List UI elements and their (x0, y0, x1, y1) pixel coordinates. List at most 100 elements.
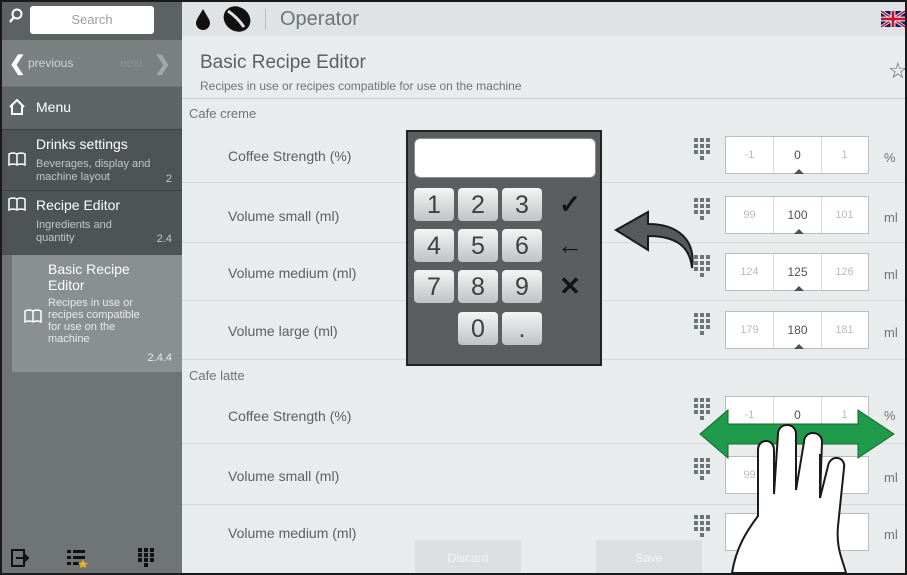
discard-button[interactable]: Discard (415, 540, 521, 573)
stepper-value[interactable]: 100 (773, 197, 822, 234)
backspace-arrow-icon[interactable]: ← (550, 229, 590, 262)
sidebar-item-subtitle: Ingredients and quantity (36, 219, 112, 244)
stepper-value[interactable]: 180 (773, 312, 822, 349)
stepper-decrement[interactable]: -1 (726, 137, 773, 173)
top-bar: Operator (182, 2, 905, 36)
row-label: Coffee Strength (%) (228, 148, 352, 164)
key-decimal[interactable]: . (502, 312, 542, 345)
keypad-icon[interactable] (694, 313, 712, 337)
row-label: Coffee Strength (%) (228, 408, 352, 424)
chevron-left-icon[interactable]: ❮ (9, 51, 26, 76)
cancel-x-icon[interactable]: ✕ (550, 270, 590, 303)
drop-icon[interactable] (195, 8, 211, 30)
home-icon (9, 98, 25, 115)
row-label: Volume small (ml) (228, 468, 340, 484)
value-stepper[interactable]: 124 125 126 (725, 253, 869, 291)
key-5[interactable]: 5 (458, 229, 498, 262)
selected-marker (794, 229, 804, 234)
stepper-decrement[interactable]: 99 (726, 197, 773, 233)
stepper-decrement[interactable]: 179 (726, 312, 773, 348)
sidebar-item-title: Recipe Editor (36, 197, 121, 213)
sidebar: Search ❮ previous next ❯ Menu Drinks set… (2, 2, 182, 573)
row-label: Volume medium (ml) (228, 265, 357, 281)
sidebar-item-subtitle: Recipes in use or recipes compatible for… (48, 297, 140, 345)
stepper-decrement[interactable]: 124 (726, 254, 773, 290)
sidebar-item-basic-recipe-editor[interactable]: Basic Recipe Editor Recipes in use or re… (12, 255, 182, 372)
curved-arrow-icon (614, 210, 694, 269)
stepper-increment[interactable]: 126 (821, 254, 868, 290)
value-stepper[interactable]: 179 180 181 (725, 311, 869, 349)
search-icon[interactable] (8, 8, 24, 24)
sidebar-item-number: 2 (165, 173, 172, 185)
key-9[interactable]: 9 (502, 270, 542, 303)
sidebar-item-recipe-editor[interactable]: Recipe Editor Ingredients and quantity 2… (2, 190, 182, 255)
key-4[interactable]: 4 (414, 229, 454, 262)
selected-marker (794, 344, 804, 349)
sidebar-item-number: 2.4 (156, 233, 172, 245)
key-0[interactable]: 0 (458, 312, 498, 345)
uk-flag-icon[interactable] (881, 10, 905, 28)
key-3[interactable]: 3 (502, 188, 542, 221)
swipe-gesture-icon (699, 408, 895, 573)
menu-item[interactable]: Menu (2, 87, 182, 129)
favorite-star-icon[interactable]: ☆ (888, 58, 905, 84)
sidebar-item-subtitle: Beverages, display and machine layout (36, 158, 151, 183)
sidebar-item-drinks-settings[interactable]: Drinks settings Beverages, display and m… (2, 129, 182, 190)
row-label: Volume large (ml) (228, 323, 338, 339)
menu-label: Menu (36, 99, 72, 115)
search-row: Search (2, 2, 182, 40)
unit-label: ml (884, 325, 898, 340)
keypad-display[interactable] (414, 138, 596, 178)
sidebar-item-number: 2.4.4 (147, 352, 172, 364)
stepper-value[interactable]: 125 (773, 254, 822, 291)
keypad-icon[interactable] (694, 138, 712, 162)
stepper-value-text: 125 (787, 265, 808, 279)
selected-marker (794, 286, 804, 291)
next-link[interactable]: next (120, 56, 143, 70)
list-star-icon[interactable] (66, 548, 88, 568)
save-button[interactable]: Save (596, 540, 702, 573)
section-title: Cafe creme (189, 106, 257, 121)
key-8[interactable]: 8 (458, 270, 498, 303)
unit-label: % (884, 150, 896, 165)
divider (265, 9, 266, 30)
divider (182, 98, 905, 99)
key-7[interactable]: 7 (414, 270, 454, 303)
logout-icon[interactable] (10, 548, 30, 568)
sidebar-item-title: Basic Recipe Editor (48, 261, 130, 293)
coffee-bean-icon[interactable] (222, 5, 252, 33)
stepper-value-text: 180 (787, 323, 808, 337)
previous-link[interactable]: previous (28, 56, 73, 70)
numeric-keypad: 1 2 3 ✓ 4 5 6 ← 7 8 9 ✕ 0 . (406, 130, 602, 366)
stepper-increment[interactable]: 181 (821, 312, 868, 348)
page-title: Basic Recipe Editor (200, 52, 366, 73)
sidebar-toolbar (2, 542, 182, 573)
book-icon (8, 152, 26, 166)
confirm-check-icon[interactable]: ✓ (550, 188, 590, 221)
page-subtitle: Recipes in use or recipes compatible for… (200, 79, 522, 93)
unit-label: ml (884, 210, 898, 225)
selected-marker (794, 169, 804, 174)
book-icon (24, 309, 42, 323)
app-window: Search ❮ previous next ❯ Menu Drinks set… (0, 0, 907, 575)
stepper-value-text: 100 (787, 208, 808, 222)
key-1[interactable]: 1 (414, 188, 454, 221)
keypad-icon[interactable] (138, 548, 154, 568)
search-input[interactable]: Search (30, 6, 154, 34)
row-label: Volume medium (ml) (228, 525, 357, 541)
stepper-value[interactable]: 0 (773, 137, 822, 174)
key-6[interactable]: 6 (502, 229, 542, 262)
stepper-increment[interactable]: 101 (821, 197, 868, 233)
sidebar-item-title: Drinks settings (36, 136, 128, 152)
book-icon (8, 197, 26, 211)
key-2[interactable]: 2 (458, 188, 498, 221)
value-stepper[interactable]: -1 0 1 (725, 136, 869, 174)
chevron-right-icon[interactable]: ❯ (154, 51, 171, 76)
value-stepper[interactable]: 99 100 101 (725, 196, 869, 234)
unit-label: ml (884, 267, 898, 282)
row-label: Volume small (ml) (228, 208, 340, 224)
stepper-value-text: 0 (794, 148, 801, 162)
section-title: Cafe latte (189, 368, 245, 383)
operator-title: Operator (280, 8, 359, 30)
stepper-increment[interactable]: 1 (821, 137, 868, 173)
